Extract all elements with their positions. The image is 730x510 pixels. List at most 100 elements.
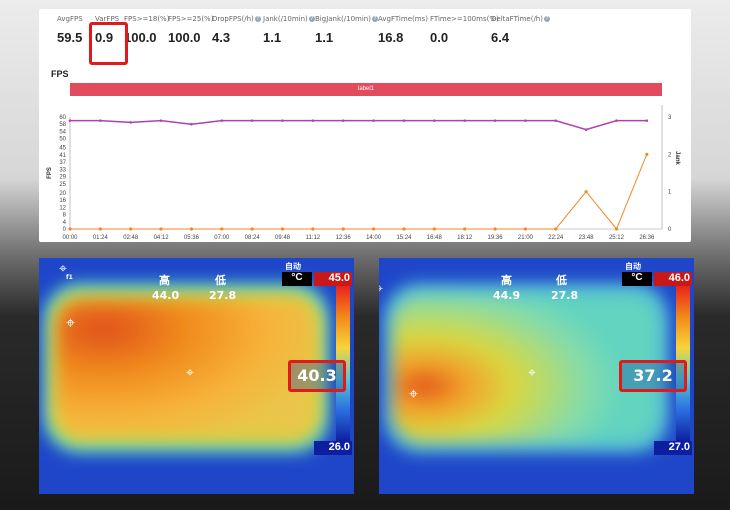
x-tick-label: 19:36	[488, 235, 504, 241]
hot-spot-marker-icon: ⌖	[409, 386, 419, 403]
series-point-0	[615, 119, 618, 122]
series-point-1	[189, 227, 194, 231]
low-value: 27.8	[209, 289, 237, 302]
unit-label: °C	[282, 272, 312, 286]
y-tick-label: 29	[59, 175, 66, 181]
series-point-1	[463, 227, 467, 231]
series-point-0	[584, 128, 588, 131]
series-point-1	[98, 227, 102, 231]
series-point-1	[584, 190, 588, 194]
x-tick-label: 16:48	[427, 235, 443, 241]
x-tick-label: 05:36	[184, 235, 200, 241]
fps-chart: 048121620252933374145505458600123FPSJank…	[47, 105, 680, 241]
x-tick-label: 01:24	[93, 235, 109, 241]
x-tick-label: 23:48	[579, 235, 595, 241]
series-point-1	[280, 227, 285, 231]
x-tick-label: 18:12	[457, 235, 473, 241]
series-point-0	[554, 119, 558, 122]
x-tick-label: 04:12	[154, 235, 170, 241]
y2-tick-label: 0	[668, 227, 672, 233]
spot-marker-icon: ⌖	[379, 280, 383, 297]
series-point-1	[341, 227, 345, 231]
y-axis-title: FPS	[47, 167, 53, 179]
center-marker-icon: ⌖	[186, 364, 194, 380]
label-bar[interactable]: label1	[70, 83, 662, 96]
thermal-image-left: ⌖ f1 高 低 44.0 27.8 自动 °C 45.0 26.0 ⌖ ⌖ 4…	[39, 258, 354, 494]
y-tick-label: 54	[59, 129, 66, 135]
y-tick-label: 33	[59, 167, 66, 173]
center-temp-highlight: 37.2	[619, 360, 687, 392]
series-point-0	[372, 119, 375, 122]
series-point-1	[159, 227, 163, 231]
series-point-1	[493, 227, 497, 231]
y-tick-label: 58	[59, 122, 66, 128]
series-point-1	[645, 152, 649, 156]
x-tick-label: 02:48	[123, 235, 139, 241]
y2-tick-label: 3	[668, 115, 672, 121]
y-tick-label: 20	[59, 191, 66, 197]
low-label: 低	[556, 274, 567, 287]
high-label: 高	[501, 274, 512, 287]
series-point-0	[493, 119, 497, 122]
x-tick-label: 22:24	[548, 235, 564, 241]
high-label: 高	[159, 274, 170, 287]
series-point-0	[129, 121, 133, 124]
series-point-1	[68, 227, 72, 231]
mode-label: 自动	[285, 262, 301, 271]
y2-axis-title: Jank	[674, 151, 680, 165]
y2-tick-label: 1	[668, 190, 672, 196]
y-tick-label: 16	[59, 198, 66, 204]
y-tick-label: 12	[59, 205, 66, 211]
series-point-0	[220, 119, 224, 122]
low-value: 27.8	[551, 289, 579, 302]
series-line-1	[70, 154, 648, 230]
series-point-1	[614, 227, 619, 231]
series-point-0	[281, 119, 284, 122]
x-tick-label: 25:12	[609, 235, 625, 241]
series-point-0	[463, 119, 466, 122]
series-point-1	[432, 227, 436, 231]
series-line-0	[70, 119, 647, 131]
x-tick-label: 26:36	[639, 235, 655, 241]
series-point-0	[159, 119, 163, 122]
series-point-0	[433, 119, 436, 122]
fps-report-panel: AvgFPS 59.5 VarFPS 0.9 FPS>=18(%) 100.0 FPS>=2…	[39, 9, 691, 242]
low-label: 低	[215, 274, 226, 287]
x-tick-label: 09:48	[275, 235, 291, 241]
series-point-0	[524, 119, 527, 122]
x-tick-label: 11:12	[306, 235, 321, 241]
series-point-1	[250, 227, 254, 231]
series-point-0	[190, 122, 193, 126]
y2-tick-label: 2	[668, 152, 672, 158]
x-tick-label: 15:24	[396, 235, 412, 241]
x-tick-label: 08:24	[245, 235, 261, 241]
series-point-0	[250, 119, 254, 122]
series-point-0	[99, 119, 102, 122]
x-tick-label: 14:00	[366, 235, 382, 241]
y-tick-label: 50	[59, 137, 66, 143]
y-tick-label: 41	[59, 153, 66, 159]
x-tick-label: 00:00	[62, 235, 78, 241]
y-tick-label: 60	[59, 115, 66, 121]
series-point-0	[68, 119, 72, 122]
y-tick-label: 37	[59, 160, 66, 166]
x-tick-label: 07:00	[214, 235, 230, 241]
min-temp-label: 27.0	[654, 441, 692, 455]
series-point-0	[341, 119, 345, 122]
center-marker-icon: ⌖	[528, 364, 536, 380]
series-point-1	[220, 227, 224, 231]
max-temp-label: 45.0	[314, 272, 352, 286]
y-tick-label: 8	[63, 213, 67, 219]
series-point-1	[402, 227, 406, 231]
y-tick-label: 45	[59, 146, 66, 152]
y-tick-label: 25	[59, 182, 66, 188]
y-tick-label: 0	[63, 227, 67, 233]
series-point-0	[402, 119, 406, 122]
y-tick-label: 4	[63, 220, 67, 226]
series-point-1	[311, 227, 315, 231]
high-value: 44.0	[152, 289, 180, 302]
series-point-0	[311, 119, 315, 122]
thermal-image-right: ⌖ 高 低 44.9 27.8 自动 °C 46.0 27.0 ⌖ ⌖ 37.2	[379, 258, 694, 494]
max-temp-label: 46.0	[654, 272, 692, 286]
unit-label: °C	[622, 272, 652, 286]
